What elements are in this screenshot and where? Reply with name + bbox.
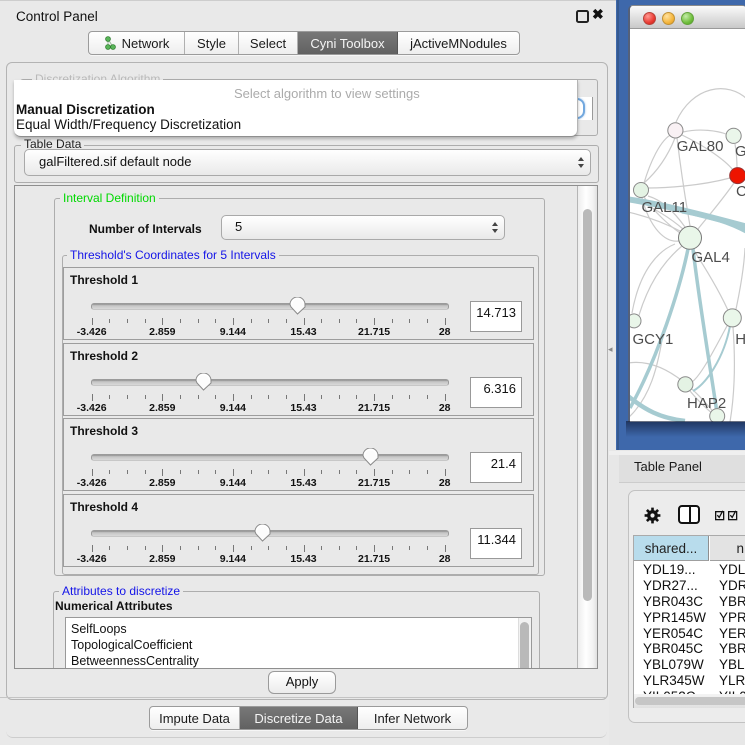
svg-text:GAL80: GAL80 <box>677 138 724 155</box>
svg-text:GAL11: GAL11 <box>642 199 688 216</box>
svg-text:GCY1: GCY1 <box>633 331 674 348</box>
svg-text:GA: GA <box>735 143 745 160</box>
svg-text:H: H <box>735 331 745 348</box>
svg-text:GAL4: GAL4 <box>692 249 730 266</box>
svg-text:C: C <box>736 183 745 200</box>
svg-text:HAP2: HAP2 <box>687 395 726 412</box>
